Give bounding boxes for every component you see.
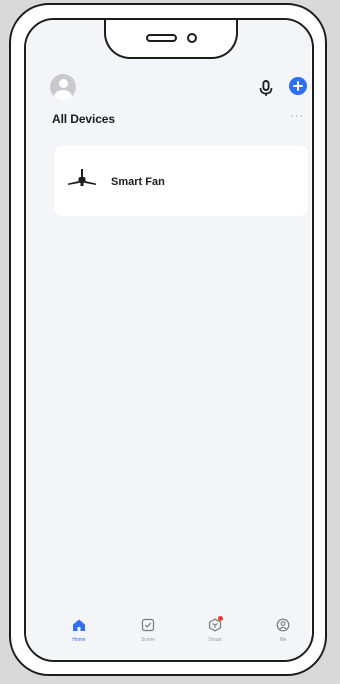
tab-me[interactable]: Me	[260, 618, 306, 643]
smart-icon	[208, 616, 223, 632]
app-screen: All Devices ··· Smart Fan Home Scene Sma…	[26, 20, 311, 659]
device-card-smart-fan[interactable]: Smart Fan	[54, 146, 308, 216]
user-avatar-icon[interactable]	[50, 74, 76, 100]
tab-scene[interactable]: Scene	[125, 618, 171, 643]
tab-smart[interactable]: Smart	[192, 616, 238, 643]
more-options-button[interactable]: ···	[290, 110, 304, 122]
scene-check-icon	[141, 618, 155, 632]
tab-home[interactable]: Home	[56, 618, 102, 643]
phone-screen-frame: All Devices ··· Smart Fan Home Scene Sma…	[24, 18, 314, 662]
speaker-icon	[146, 34, 177, 42]
add-device-button[interactable]	[289, 77, 307, 95]
notification-dot	[218, 616, 223, 621]
bottom-tab-bar: Home Scene Smart Me	[26, 613, 311, 659]
profile-icon	[276, 618, 290, 632]
device-name: Smart Fan	[111, 176, 165, 188]
microphone-icon[interactable]	[258, 79, 274, 97]
home-icon	[73, 619, 85, 631]
camera-icon	[187, 33, 197, 43]
tab-me-label: Me	[279, 637, 287, 643]
tab-home-label: Home	[72, 637, 86, 643]
phone-notch	[104, 20, 238, 59]
tab-smart-label: Smart	[208, 637, 222, 643]
tab-scene-label: Scene	[140, 637, 156, 643]
all-devices-title: All Devices	[52, 112, 115, 126]
ceiling-fan-icon	[68, 169, 96, 186]
